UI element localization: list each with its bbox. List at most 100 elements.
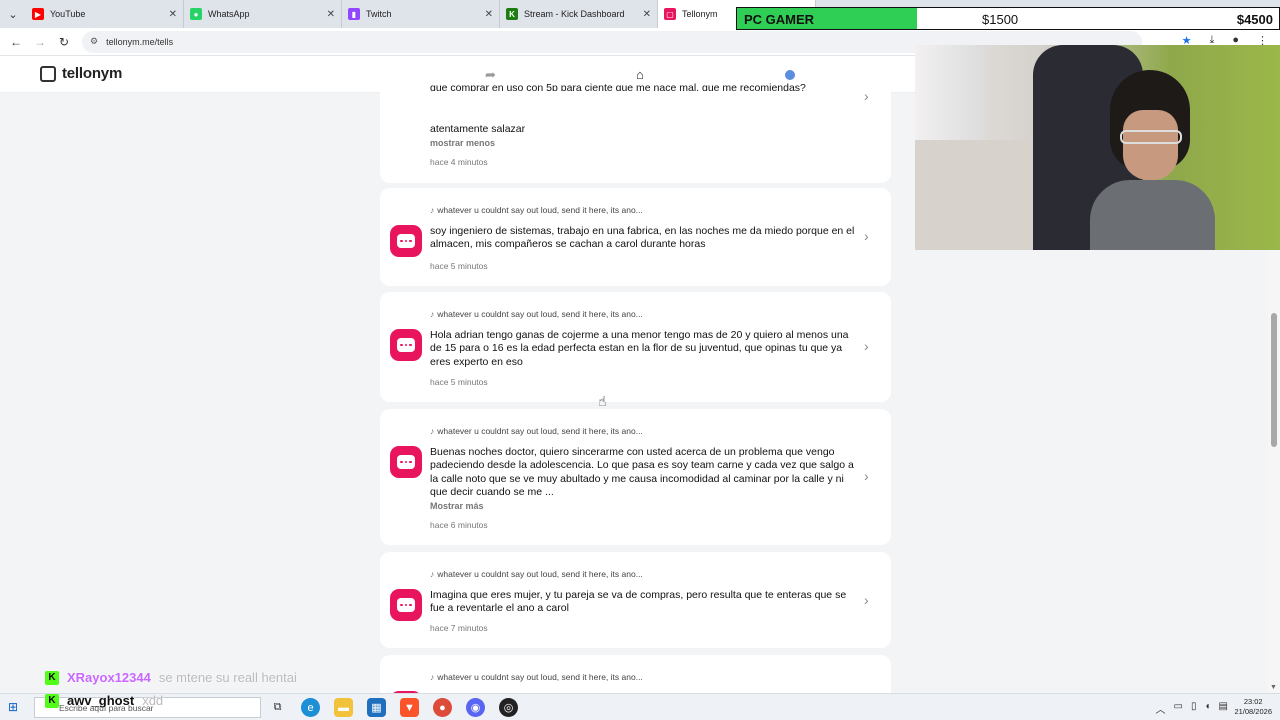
tab-label: Twitch (366, 9, 392, 19)
tell-card[interactable]: ♪ whatever u couldnt say out loud, send i… (380, 188, 891, 286)
battery-icon[interactable]: ▯ (1191, 701, 1197, 716)
tab-youtube[interactable]: ▶ YouTube ✕ (26, 0, 184, 28)
close-icon[interactable]: ✕ (643, 9, 651, 20)
close-icon[interactable]: ✕ (327, 9, 335, 20)
tell-card[interactable]: que comprar en uso con 5p para ciente qu… (380, 83, 891, 183)
tag-label: whatever u couldnt say out loud, send it… (437, 309, 643, 319)
chat-message: K XRayox12344 se mtene su reall hentai (45, 670, 297, 685)
chat-username: XRayox12344 (67, 670, 151, 685)
tab-label: Stream - Kick Dashboard (524, 9, 625, 19)
language-icon[interactable]: ▤ (1219, 701, 1228, 716)
tell-card[interactable]: ♪ whatever u couldnt say out loud, send i… (380, 552, 891, 648)
page-scrollbar-thumb[interactable] (1271, 313, 1277, 447)
inbox-icon[interactable]: ⌂ (636, 67, 644, 82)
sender-note-icon: ♪ (430, 569, 435, 579)
sender-note-icon: ♪ (430, 205, 435, 215)
sender-note-icon: ♪ (430, 672, 435, 682)
close-icon[interactable]: ✕ (169, 9, 177, 20)
chat-text: se mtene su reall hentai (158, 670, 297, 685)
donation-goal-bar: PC GAMER $1500 $4500 (736, 7, 1280, 30)
chat-text: xdd (142, 693, 164, 708)
site-info-icon[interactable]: ⚙ (90, 36, 98, 47)
tell-body: soy ingeniero de sistemas, trabajo en un… (430, 225, 855, 251)
screen: ⌄ ▶ YouTube ✕ ● WhatsApp ✕ ▮ Twitch ✕ K … (0, 0, 1280, 720)
tell-time: hace 4 minutos (430, 157, 488, 167)
chevron-right-icon[interactable]: › (864, 88, 869, 104)
reload-icon[interactable]: ↻ (52, 35, 76, 49)
tell-tag: ♪ whatever u couldnt say out loud, send i… (430, 309, 643, 319)
discord-icon[interactable]: ◉ (466, 698, 485, 717)
tag-label: whatever u couldnt say out loud, send it… (437, 426, 643, 436)
close-icon[interactable]: ✕ (485, 9, 493, 20)
sender-note-icon: ♪ (430, 426, 435, 436)
goal-track (914, 8, 1279, 29)
chat-message: K awv_ghost xdd (45, 693, 163, 708)
show-more-link[interactable]: Mostrar más (430, 501, 484, 511)
back-icon[interactable]: ← (4, 35, 28, 49)
clock-date: 21/08/2026 (1234, 707, 1272, 716)
windows-start-icon[interactable]: ⊞ (8, 700, 18, 714)
webcam-bed (915, 140, 1035, 250)
tab-whatsapp[interactable]: ● WhatsApp ✕ (184, 0, 342, 28)
taskbar-clock[interactable]: 23:02 21/08/2026 (1234, 697, 1272, 717)
message-bubble-icon (397, 234, 415, 248)
chrome-icon[interactable]: ● (433, 698, 452, 717)
chevron-right-icon[interactable]: › (864, 338, 869, 354)
tell-body: que comprar en uso con 5p para ciente qu… (430, 83, 806, 91)
tell-time: hace 7 minutos (430, 623, 488, 633)
chat-username: awv_ghost (67, 693, 135, 708)
webcam-face (1123, 110, 1178, 180)
tab-kick[interactable]: K Stream - Kick Dashboard ✕ (500, 0, 658, 28)
tray-chevron-icon[interactable]: ︿ (1156, 701, 1166, 716)
twitch-icon: ▮ (348, 8, 360, 20)
tell-signature: atentamente salazar (430, 123, 526, 135)
volume-icon[interactable]: ◖ (1205, 701, 1211, 716)
show-less-link[interactable]: mostrar menos (430, 138, 495, 148)
anonymous-avatar (390, 589, 422, 621)
forward-icon[interactable]: → (28, 35, 52, 49)
tab-twitch[interactable]: ▮ Twitch ✕ (342, 0, 500, 28)
tell-time: hace 5 minutos (430, 377, 488, 387)
kick-icon: K (506, 8, 518, 20)
tell-time: hace 6 minutos (430, 520, 488, 530)
webcam-torso (1090, 180, 1215, 250)
tellonym-logo[interactable]: tellonym (40, 65, 122, 82)
tellonym-logo-icon (40, 65, 56, 82)
anonymous-avatar (390, 329, 422, 361)
chevron-right-icon[interactable]: › (864, 592, 869, 608)
tell-card[interactable]: ♪ whatever u couldnt say out loud, send i… (380, 292, 891, 402)
webcam-overlay (915, 45, 1280, 250)
obs-icon[interactable]: ◎ (499, 698, 518, 717)
goal-current: $1500 (982, 12, 1019, 27)
goal-title: PC GAMER (744, 12, 815, 27)
tell-body: Buenas noches doctor, quiero sincerarme … (430, 446, 854, 498)
tell-tag: ♪ whatever u couldnt say out loud, send i… (430, 672, 643, 682)
chevron-right-icon[interactable]: › (864, 468, 869, 484)
tell-card[interactable]: ♪ whatever u couldnt say out loud, send i… (380, 409, 891, 545)
brave-icon[interactable]: ▼ (400, 698, 419, 717)
edge-icon[interactable]: e (301, 698, 320, 717)
profile-icon[interactable] (785, 70, 795, 80)
file-explorer-icon[interactable]: ▬ (334, 698, 353, 717)
sender-note-icon: ♪ (430, 309, 435, 319)
anonymous-avatar (390, 225, 422, 257)
logo-text: tellonym (62, 65, 123, 82)
anonymous-avatar (390, 446, 422, 478)
message-bubble-icon (397, 455, 415, 469)
tell-tag: ♪ whatever u couldnt say out loud, send i… (430, 426, 643, 436)
taskbar-apps: ⧉ e ▬ ▦ ▼ ● ◉ ◎ (268, 698, 518, 717)
goal-target: $4500 (1236, 12, 1273, 27)
tag-label: whatever u couldnt say out loud, send it… (437, 569, 643, 579)
kick-badge-icon: K (45, 670, 59, 685)
chevron-right-icon[interactable]: › (864, 228, 869, 244)
tab-list-chevron-icon[interactable]: ⌄ (0, 0, 26, 28)
hand-cursor-icon: ☝ (598, 393, 607, 409)
task-view-icon[interactable]: ⧉ (268, 698, 287, 717)
message-bubble-icon (397, 338, 415, 352)
network-icon[interactable]: ▭ (1174, 701, 1183, 716)
tell-tag: ♪ whatever u couldnt say out loud, send i… (430, 205, 643, 215)
store-icon[interactable]: ▦ (367, 698, 386, 717)
share-icon[interactable]: ➦ (485, 67, 496, 83)
scroll-down-icon[interactable]: ▼ (1270, 684, 1277, 691)
youtube-icon: ▶ (32, 8, 44, 20)
